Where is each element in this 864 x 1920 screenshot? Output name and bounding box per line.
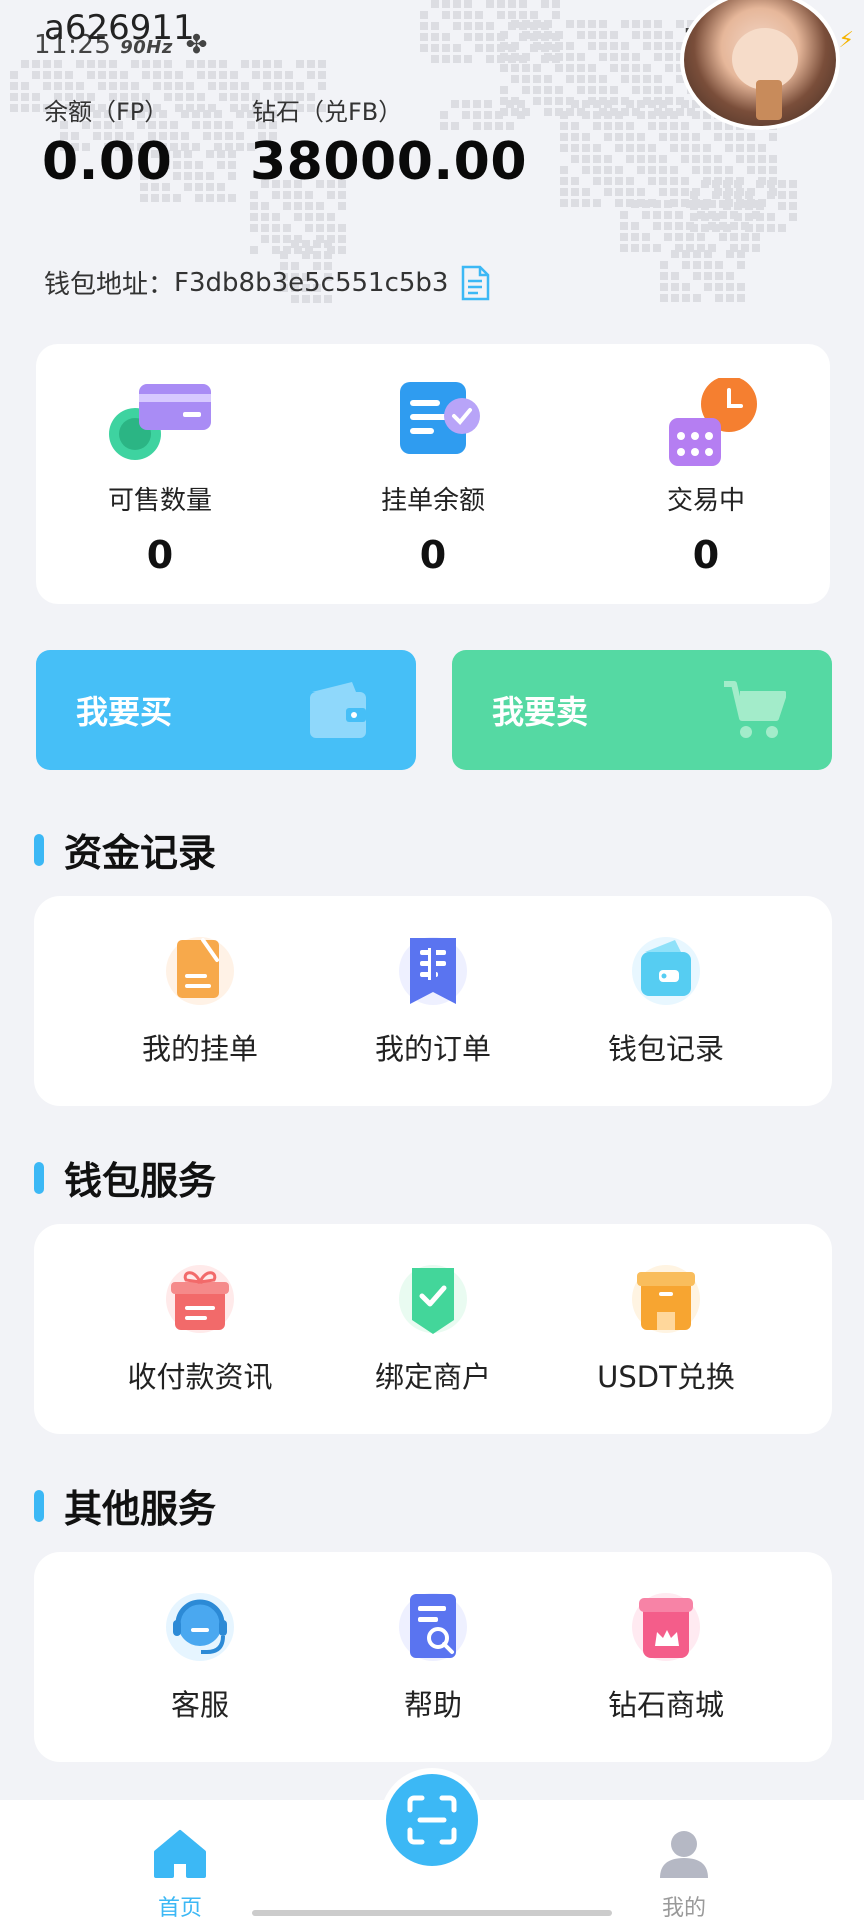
nav-mine-label: 我的 [661,1896,706,1920]
sell-button[interactable]: 我要卖 [452,650,832,770]
fund-records-card: 我的挂单 我的订单 钱包记录 [34,896,832,1106]
headset-icon [165,1590,235,1664]
clock-grid-icon [651,376,761,468]
home-indicator [252,1910,612,1916]
wallet-address-value: F3db8b3e5c551c5b3 [174,267,449,298]
stat-value: 0 [692,533,720,577]
payment-info-button[interactable]: 收付款资讯 [70,1262,330,1396]
section-title-fund-records: 资金记录 [34,822,216,877]
scan-button[interactable] [386,1774,478,1866]
gift-box-icon [165,1262,235,1336]
store-crown-icon [631,1590,701,1664]
my-listings-button[interactable]: 我的挂单 [70,934,330,1068]
wallet-address-label: 钱包地址： [44,270,175,300]
copy-document-icon[interactable] [460,265,490,301]
diamond-label: 钻石（兑FB） [252,98,403,126]
wallet-address: 钱包地址： F3db8b3e5c551c5b3 [44,264,490,301]
balance-label: 余额（FP） [44,98,169,126]
stat-sellable: 可售数量 0 [60,378,260,577]
diamond-value: 38000.00 [250,132,528,192]
diamond-mall-button[interactable]: 钻石商城 [536,1590,796,1724]
home-icon [154,1830,206,1878]
stat-label: 可售数量 [107,486,212,516]
wallet-icon [310,682,366,738]
stat-trading: 交易中 0 [606,376,806,577]
exchange-box-icon [631,1262,701,1336]
usdt-exchange-button[interactable]: USDT兑换 [536,1262,796,1396]
stat-value: 0 [419,533,447,577]
wallet-records-button[interactable]: 钱包记录 [536,934,796,1068]
help-button[interactable]: 帮助 [303,1590,563,1724]
balance-value: 0.00 [42,132,173,192]
avatar[interactable] [680,0,840,130]
section-title-other-services: 其他服务 [34,1478,216,1533]
section-title-wallet-services: 钱包服务 [34,1150,216,1205]
other-services-card: 客服 帮助 钻石商城 [34,1552,832,1762]
cart-icon [724,681,786,738]
orange-note-icon [165,934,235,1008]
nav-home-label: 首页 [157,1896,202,1920]
my-orders-button[interactable]: 我的订单 [303,934,563,1068]
buy-label: 我要买 [76,693,173,731]
customer-service-button[interactable]: 客服 [70,1590,330,1724]
stat-value: 0 [146,533,174,577]
scan-icon [407,1795,457,1845]
stat-order-balance: 挂单余额 0 [333,378,533,577]
stat-label: 挂单余额 [380,486,485,516]
card-coin-icon [105,378,215,468]
buy-button[interactable]: 我要买 [36,650,416,770]
username: a626911 [44,8,195,48]
stats-card: 可售数量 0 挂单余额 0 交易中 0 [36,344,830,604]
sell-label: 我要卖 [492,693,589,731]
wallet-services-card: 收付款资讯 绑定商户 USDT兑换 [34,1224,832,1434]
stat-label: 交易中 [666,486,745,516]
charging-icon: ⚡ [838,28,854,53]
help-doc-icon [398,1590,468,1664]
nav-home[interactable]: 首页 [120,1828,240,1920]
list-check-icon [378,378,488,468]
nav-mine[interactable]: 我的 [624,1828,744,1920]
user-icon [660,1831,708,1878]
shield-check-icon [398,1262,468,1336]
bind-merchant-button[interactable]: 绑定商户 [303,1262,563,1396]
blue-order-icon [398,934,468,1008]
wallet-record-icon [631,934,701,1008]
